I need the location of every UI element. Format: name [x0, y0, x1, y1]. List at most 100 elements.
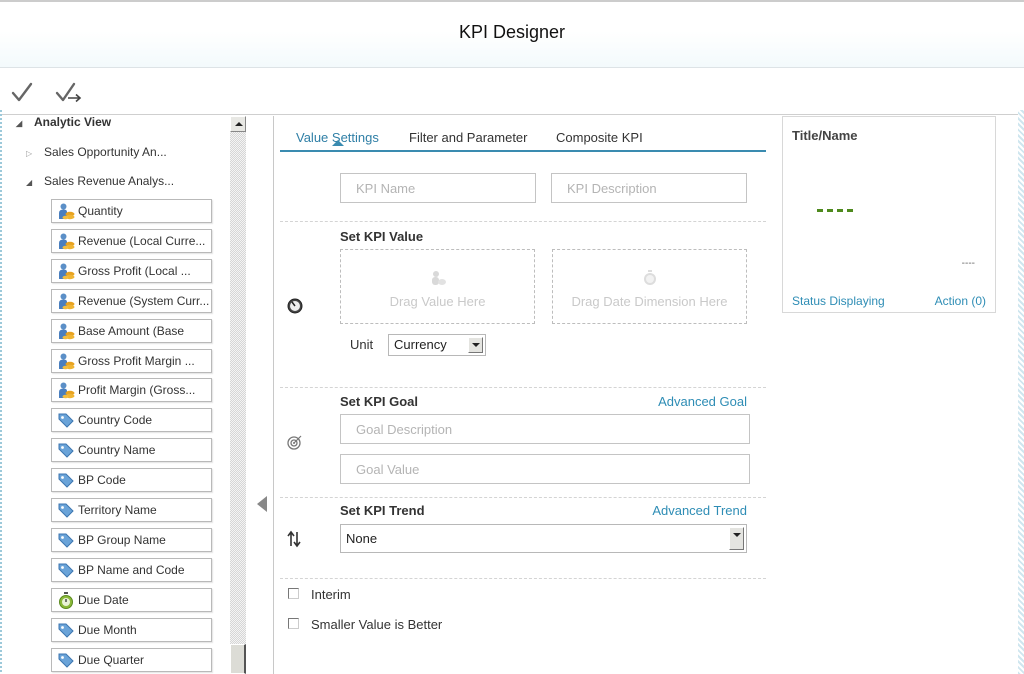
goal-value-input[interactable] — [340, 454, 750, 484]
field-item[interactable]: Profit Margin (Gross... — [51, 378, 212, 403]
measure-icon — [57, 382, 75, 399]
field-label: Due Date — [78, 592, 129, 607]
action-link[interactable]: Action (0) — [935, 294, 986, 308]
stopwatch-icon — [57, 591, 75, 609]
chevron-down-icon[interactable] — [729, 527, 744, 550]
right-border-stripe — [1018, 110, 1024, 674]
field-label: BP Code — [78, 473, 126, 488]
kpi-preview-card: Title/Name ---- Status Displaying Action… — [782, 116, 996, 313]
measure-icon — [57, 293, 75, 310]
field-item[interactable]: Gross Profit Margin ... — [51, 348, 212, 373]
stopwatch-icon — [643, 270, 656, 285]
section-divider — [280, 497, 766, 498]
field-label: Territory Name — [78, 503, 157, 517]
field-item[interactable]: Gross Profit (Local ... — [51, 258, 212, 283]
status-displaying-link[interactable]: Status Displaying — [792, 294, 885, 308]
drag-value-label: Drag Value Here — [389, 294, 486, 309]
field-item[interactable]: BP Group Name — [51, 527, 212, 552]
field-label: Gross Profit (Local ... — [78, 263, 191, 278]
target-icon — [287, 435, 302, 450]
field-label: Gross Profit Margin ... — [78, 353, 195, 368]
field-item[interactable]: Base Amount (Base — [51, 318, 212, 343]
trend-arrows-icon — [287, 530, 301, 548]
field-label: Due Month — [78, 622, 137, 637]
advanced-goal-link[interactable]: Advanced Goal — [658, 394, 747, 409]
confirm-button[interactable] — [10, 79, 38, 105]
gauge-icon — [287, 298, 303, 314]
section-divider — [280, 387, 766, 388]
tree-group-sales-opportunity[interactable]: ▷ Sales Opportunity An... — [26, 145, 167, 159]
tab-composite-kpi[interactable]: Composite KPI — [556, 130, 643, 145]
kpi-name-input[interactable] — [340, 173, 536, 203]
tree-scrollbar[interactable] — [230, 116, 246, 674]
preview-sub-value: ---- — [961, 258, 975, 269]
field-item[interactable]: Country Name — [51, 438, 212, 463]
kpi-description-input[interactable] — [551, 173, 747, 203]
checkmark-arrow-icon — [55, 82, 82, 103]
tag-icon — [57, 562, 75, 579]
tag-icon — [57, 652, 75, 669]
toolbar — [0, 69, 1020, 115]
field-label: Country Code — [78, 413, 153, 428]
field-label: Revenue (System Curr... — [78, 293, 210, 308]
set-kpi-goal-title: Set KPI Goal — [340, 394, 419, 409]
measure-icon — [57, 233, 75, 250]
active-tab-caret — [332, 140, 344, 146]
collapse-panel-arrow-icon[interactable] — [257, 496, 267, 512]
smaller-value-better-checkbox[interactable] — [288, 618, 299, 629]
field-item[interactable]: Quantity — [51, 199, 212, 223]
tab-filter-and-parameter[interactable]: Filter and Parameter — [409, 130, 528, 145]
field-item[interactable]: Revenue (System Curr... — [51, 288, 212, 313]
tag-icon — [57, 442, 75, 459]
title-bar: KPI Designer — [0, 0, 1024, 68]
tag-icon — [57, 532, 75, 549]
field-item[interactable]: BP Code — [51, 468, 212, 493]
preview-value-placeholder — [817, 209, 853, 212]
field-label: Country Name — [78, 443, 156, 458]
measure-icon — [431, 271, 446, 285]
collapsed-triangle-icon[interactable]: ▷ — [26, 149, 36, 158]
unit-label: Unit — [350, 337, 374, 352]
measure-icon — [57, 203, 75, 220]
drag-date-dimension-dropzone[interactable]: Drag Date Dimension Here — [552, 249, 747, 324]
advanced-trend-link[interactable]: Advanced Trend — [652, 503, 747, 518]
field-item[interactable]: Territory Name — [51, 498, 212, 522]
interim-checkbox[interactable] — [288, 588, 299, 599]
panel-divider — [273, 116, 274, 674]
field-item[interactable]: Country Code — [51, 408, 212, 433]
window-title: KPI Designer — [458, 22, 566, 42]
set-kpi-value-title: Set KPI Value — [340, 229, 424, 244]
field-item[interactable]: BP Name and Code — [51, 557, 212, 582]
field-label: Revenue (Local Curre... — [78, 233, 206, 248]
field-label: Base Amount (Base — [78, 323, 185, 338]
tree-root-analytic-view[interactable]: ◢ Analytic View — [16, 115, 111, 129]
drag-date-label: Drag Date Dimension Here — [571, 294, 728, 309]
set-kpi-trend-title: Set KPI Trend — [340, 503, 425, 518]
field-label: BP Group Name — [78, 532, 166, 547]
analytic-view-tree: ◢ Analytic View ▷ Sales Opportunity An... … — [2, 115, 230, 674]
scroll-up-button[interactable] — [230, 116, 246, 132]
checkmark-icon — [11, 82, 33, 102]
field-item[interactable]: Due Month — [51, 617, 212, 642]
measure-icon — [57, 353, 75, 370]
drag-value-dropzone[interactable]: Drag Value Here — [340, 249, 535, 324]
confirm-and-next-button[interactable] — [55, 79, 83, 105]
tab-bar: Value Settings Filter and Parameter Comp… — [280, 118, 766, 152]
expanded-triangle-icon[interactable]: ◢ — [26, 178, 36, 187]
field-item[interactable]: Due Date — [51, 587, 212, 612]
unit-select[interactable]: Currency — [388, 334, 486, 356]
tree-group-sales-revenue[interactable]: ◢ Sales Revenue Analys... — [26, 174, 174, 188]
measure-icon — [57, 323, 75, 340]
scroll-thumb[interactable] — [230, 644, 246, 674]
tag-icon — [57, 472, 75, 489]
field-label: Due Quarter — [78, 652, 145, 667]
chevron-down-icon[interactable] — [468, 337, 483, 353]
field-label: BP Name and Code — [78, 562, 185, 577]
field-item[interactable]: Revenue (Local Curre... — [51, 228, 212, 253]
trend-select[interactable]: None — [340, 524, 747, 553]
goal-description-input[interactable] — [340, 414, 750, 444]
tag-icon — [57, 502, 75, 519]
field-item[interactable]: Due Quarter — [51, 647, 212, 672]
expanded-triangle-icon[interactable]: ◢ — [16, 119, 26, 128]
section-divider — [280, 578, 766, 579]
